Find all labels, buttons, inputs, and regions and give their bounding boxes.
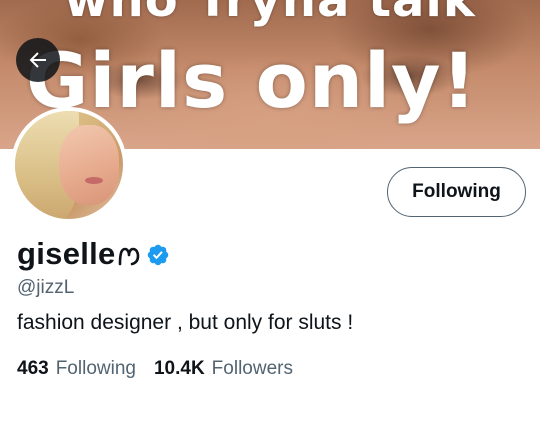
avatar[interactable]: [11, 107, 127, 223]
profile-bio: fashion designer , but only for sluts !: [17, 311, 354, 334]
follow-stats: 463 Following 10.4K Followers: [17, 358, 311, 380]
following-label: Following: [55, 358, 136, 379]
avatar-photo-detail: [59, 125, 119, 205]
following-button[interactable]: Following: [387, 167, 526, 217]
user-handle: @jizzL: [17, 277, 75, 298]
display-name-row: giselle: [17, 234, 170, 274]
followers-count: 10.4K: [153, 358, 205, 379]
followers-label: Followers: [211, 358, 293, 379]
back-button[interactable]: [16, 38, 60, 82]
verified-badge-icon[interactable]: [146, 243, 170, 267]
avatar-photo-detail: [85, 177, 103, 184]
display-name: giselle: [17, 236, 116, 271]
followers-stat-link[interactable]: 10.4K Followers: [154, 358, 293, 380]
following-stat-link[interactable]: 463 Following: [17, 358, 136, 380]
following-count: 463: [17, 358, 49, 379]
banner-caption-top: who Tryna talk: [64, 0, 476, 28]
arrow-left-icon: [26, 48, 50, 72]
heart-icon: [116, 244, 142, 268]
